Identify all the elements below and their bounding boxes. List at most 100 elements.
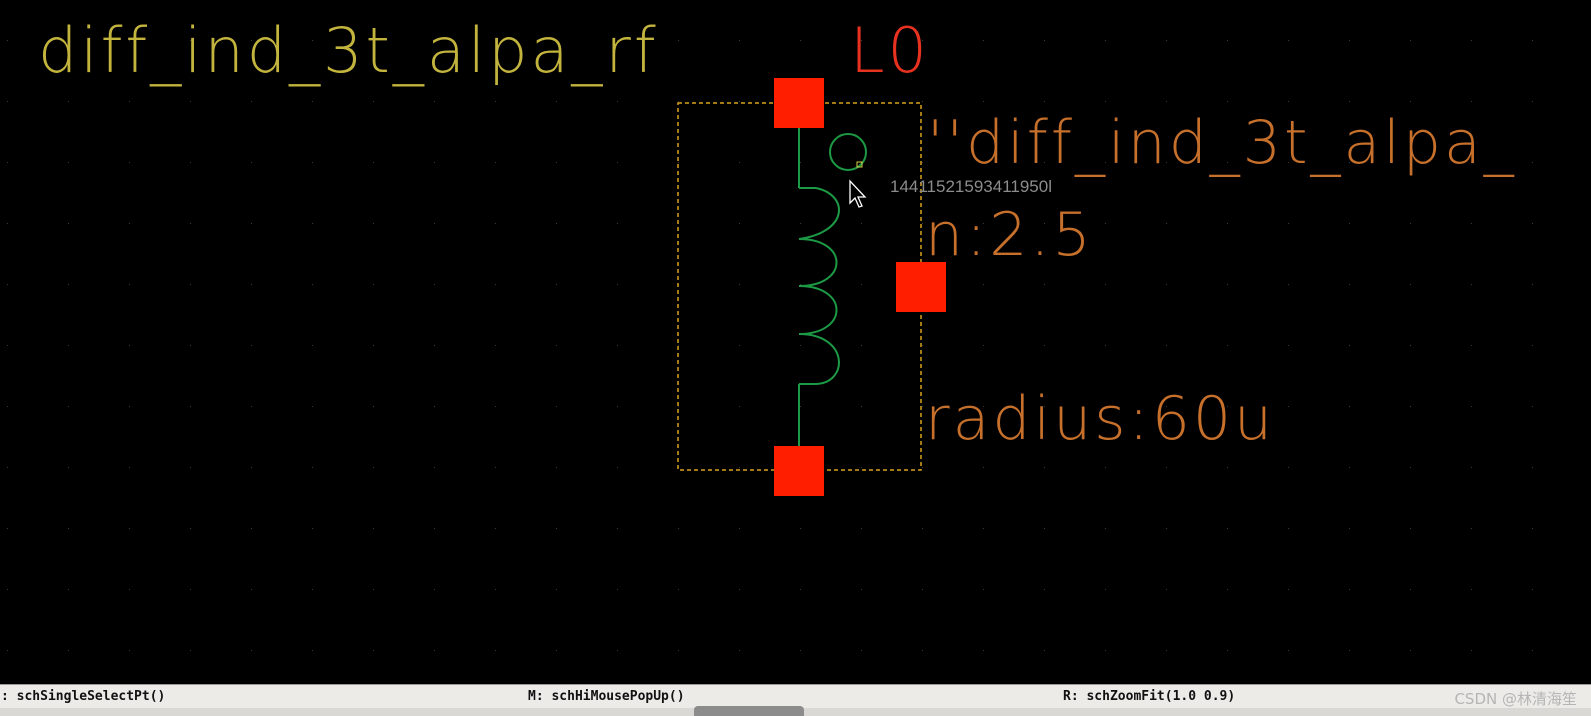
grid-dot	[312, 345, 313, 346]
grid-dot	[922, 467, 923, 468]
grid-dot	[983, 528, 984, 529]
grid-dot	[312, 406, 313, 407]
grid-dot	[861, 406, 862, 407]
grid-dot	[495, 345, 496, 346]
grid-dot	[1288, 589, 1289, 590]
grid-dot	[1166, 589, 1167, 590]
grid-dot	[190, 406, 191, 407]
grid-dot	[617, 467, 618, 468]
grid-dot	[556, 345, 557, 346]
grid-dot	[373, 528, 374, 529]
grid-dot	[800, 162, 801, 163]
grid-dot	[1288, 528, 1289, 529]
grid-dot	[1349, 406, 1350, 407]
watermark: CSDN @林清海笙	[1454, 690, 1577, 708]
pin-square-icon[interactable]	[774, 78, 824, 128]
grid-dot	[373, 589, 374, 590]
grid-dot	[68, 101, 69, 102]
grid-dot	[1166, 650, 1167, 651]
grid-dot	[1227, 467, 1228, 468]
grid-dot	[373, 284, 374, 285]
grid-dot	[251, 101, 252, 102]
grid-dot	[129, 162, 130, 163]
grid-dot	[800, 40, 801, 41]
grid-dot	[617, 101, 618, 102]
grid-dot	[434, 345, 435, 346]
grid-dot	[678, 162, 679, 163]
grid-dot	[251, 406, 252, 407]
grid-dot	[678, 345, 679, 346]
grid-dot	[434, 101, 435, 102]
grid-dot	[1227, 650, 1228, 651]
grid-dot	[251, 223, 252, 224]
grid-dot	[7, 101, 8, 102]
grid-dot	[1410, 284, 1411, 285]
grid-dot	[495, 406, 496, 407]
grid-dot	[1166, 467, 1167, 468]
grid-dot	[556, 589, 557, 590]
grid-dot	[1471, 589, 1472, 590]
grid-dot	[373, 650, 374, 651]
grid-dot	[7, 406, 8, 407]
schematic-drawing[interactable]: diff_ind_3t_alpa_rf L0 ''diff_ind_3t_alp…	[0, 0, 1591, 684]
grid-dot	[617, 528, 618, 529]
grid-dot	[1532, 345, 1533, 346]
grid-dot	[1044, 101, 1045, 102]
grid-dot	[1349, 467, 1350, 468]
grid-dot	[739, 40, 740, 41]
grid-dot	[861, 101, 862, 102]
grid-dot	[1105, 589, 1106, 590]
grid-dot	[495, 223, 496, 224]
grid-dot	[1105, 284, 1106, 285]
pin-square-icon[interactable]	[774, 446, 824, 496]
grid-dot	[7, 223, 8, 224]
grid-dot	[556, 528, 557, 529]
grid-dot	[1044, 650, 1045, 651]
grid-dot	[251, 467, 252, 468]
grid-dot	[68, 406, 69, 407]
instance-name-label[interactable]: L0	[850, 14, 930, 87]
grid-dot	[495, 467, 496, 468]
grid-dot	[922, 345, 923, 346]
grid-dot	[922, 101, 923, 102]
grid-dot	[1044, 589, 1045, 590]
grid-dot	[1105, 650, 1106, 651]
grid-dot	[1532, 284, 1533, 285]
grid-dot	[1349, 40, 1350, 41]
grid-dot	[678, 101, 679, 102]
grid-dot	[1166, 40, 1167, 41]
grid-dot	[495, 589, 496, 590]
grid-dot	[7, 589, 8, 590]
grid-dot	[739, 284, 740, 285]
grid-dot	[861, 528, 862, 529]
grid-dot	[373, 406, 374, 407]
grid-dot	[800, 589, 801, 590]
grid-dot	[617, 345, 618, 346]
grid-dot	[861, 650, 862, 651]
grid-dot	[129, 650, 130, 651]
grid-dot	[68, 467, 69, 468]
grid-dot	[1105, 345, 1106, 346]
grid-dot	[129, 467, 130, 468]
grid-dot	[1410, 101, 1411, 102]
grid-dot	[617, 406, 618, 407]
scroll-thumb[interactable]	[694, 706, 804, 716]
grid-dot	[861, 589, 862, 590]
grid-dot	[129, 284, 130, 285]
grid-dot	[434, 650, 435, 651]
grid-dot	[312, 223, 313, 224]
grid-dot	[129, 223, 130, 224]
schematic-canvas[interactable]: diff_ind_3t_alpa_rf L0 ''diff_ind_3t_alp…	[0, 0, 1591, 684]
grid-dot	[312, 589, 313, 590]
grid-dot	[617, 650, 618, 651]
inductor-symbol-icon[interactable]	[798, 128, 867, 446]
grid-dot	[312, 650, 313, 651]
grid-dot	[556, 223, 557, 224]
grid-dot	[190, 589, 191, 590]
status-middle-mouse: M: schHiMousePopUp()	[528, 689, 685, 704]
grid-dot	[617, 223, 618, 224]
grid-dot	[1471, 528, 1472, 529]
grid-dot	[190, 528, 191, 529]
grid-dot	[922, 650, 923, 651]
grid-dot	[1227, 345, 1228, 346]
